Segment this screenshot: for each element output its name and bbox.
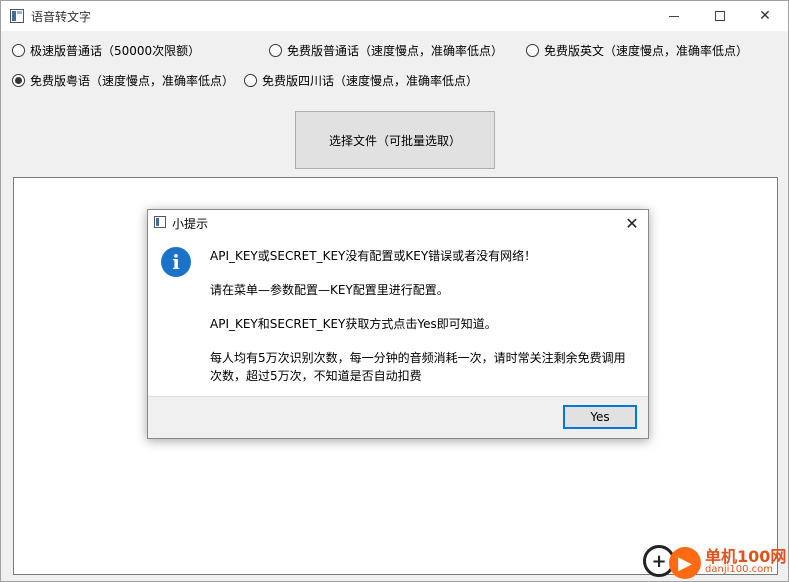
option-label: 免费版四川话（速度慢点，准确率低点） <box>262 73 479 88</box>
option-label: 免费版粤语（速度慢点，准确率低点） <box>30 73 235 88</box>
select-file-button[interactable]: 选择文件（可批量选取） <box>295 111 495 169</box>
title-bar: 语音转文字 ✕ <box>1 1 788 31</box>
minimize-button[interactable] <box>651 1 697 31</box>
dialog-message-line: 请在菜单—参数配置—KEY配置里进行配置。 <box>210 283 449 297</box>
dialog-title-bar: 小提示 ✕ <box>148 210 648 236</box>
radio-free-english[interactable] <box>526 43 539 57</box>
option-label: 极速版普通话（50000次限额） <box>30 43 201 58</box>
option-free-sichuanese[interactable]: 免费版四川话（速度慢点，准确率低点） <box>244 70 478 90</box>
maximize-button[interactable] <box>697 1 743 31</box>
info-icon: i <box>161 247 191 277</box>
option-fast-mandarin[interactable]: 极速版普通话（50000次限额） <box>12 40 200 60</box>
radio-free-sichuanese[interactable] <box>244 73 257 87</box>
option-free-english[interactable]: 免费版英文（速度慢点，准确率低点） <box>526 40 748 60</box>
radio-free-cantonese[interactable] <box>12 73 25 87</box>
dialog-close-icon[interactable]: ✕ <box>620 212 644 234</box>
close-icon: ✕ <box>759 8 771 24</box>
dialog-message-line: API_KEY或SECRET_KEY没有配置或KEY错误或者没有网络！ <box>210 249 537 263</box>
yes-button[interactable]: Yes <box>563 405 637 429</box>
message-dialog: 小提示 ✕ i API_KEY或SECRET_KEY没有配置或KEY错误或者没有… <box>147 209 649 439</box>
watermark-logo: + ▶ 单机100网 danji100.com <box>641 541 787 581</box>
dialog-app-icon <box>154 216 166 228</box>
close-button[interactable]: ✕ <box>742 1 788 31</box>
app-window-icon <box>10 9 24 23</box>
watermark-sub: danji100.com <box>705 564 773 575</box>
dialog-message-line: 每人均有5万次识别次数，每一分钟的音频消耗一次，请时常关注剩余免费调用次数，超过… <box>210 351 626 383</box>
dialog-title: 小提示 <box>172 217 209 231</box>
option-free-cantonese[interactable]: 免费版粤语（速度慢点，准确率低点） <box>12 70 234 90</box>
radio-free-mandarin[interactable] <box>269 43 282 57</box>
main-window: 语音转文字 ✕ 极速版普通话（50000次限额） 免费版普通话（速度慢点，准确率… <box>0 0 789 582</box>
radio-fast-mandarin[interactable] <box>12 43 25 57</box>
dialog-message-line: API_KEY和SECRET_KEY获取方式点击Yes即可知道。 <box>210 317 497 331</box>
minimize-icon <box>669 15 679 17</box>
option-label: 免费版英文（速度慢点，准确率低点） <box>544 43 749 58</box>
option-free-mandarin[interactable]: 免费版普通话（速度慢点，准确率低点） <box>269 40 503 60</box>
option-label: 免费版普通话（速度慢点，准确率低点） <box>287 43 504 58</box>
window-title: 语音转文字 <box>31 10 92 24</box>
dialog-footer: Yes <box>148 396 648 438</box>
maximize-icon <box>715 11 725 21</box>
watermark-play-icon: ▶ <box>669 547 701 579</box>
